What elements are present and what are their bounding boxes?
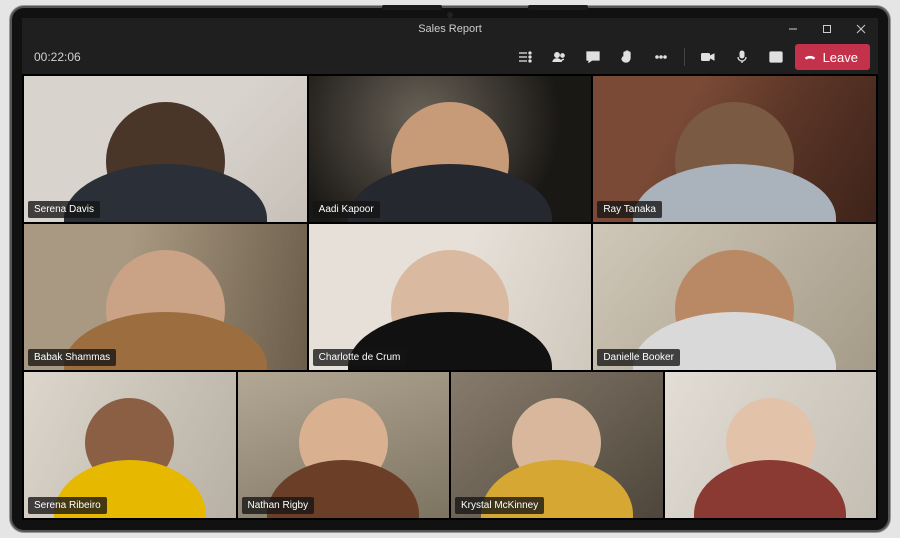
video-tile[interactable]: Nathan Rigby bbox=[238, 372, 450, 518]
participant-name-tag: Serena Ribeiro bbox=[28, 497, 107, 514]
participants-list-icon bbox=[517, 49, 533, 65]
participant-name-tag: Serena Davis bbox=[28, 201, 100, 218]
hangup-icon bbox=[803, 50, 817, 64]
more-actions-button[interactable] bbox=[646, 44, 676, 70]
video-tile[interactable]: Aadi Kapoor bbox=[309, 76, 592, 222]
video-tile[interactable]: Charlotte de Crum bbox=[309, 224, 592, 370]
raise-hand-icon bbox=[619, 49, 635, 65]
participant-name-tag: Krystal McKinney bbox=[455, 497, 544, 514]
camera-toggle-button[interactable] bbox=[693, 44, 723, 70]
maximize-icon bbox=[822, 24, 832, 34]
meeting-timer: 00:22:06 bbox=[30, 50, 81, 64]
camera-icon bbox=[700, 49, 716, 65]
video-tile[interactable] bbox=[665, 372, 877, 518]
toolbar-divider bbox=[684, 48, 685, 66]
participant-name-tag: Aadi Kapoor bbox=[313, 201, 380, 218]
participant-name-tag: Nathan Rigby bbox=[242, 497, 315, 514]
device-notch bbox=[528, 5, 588, 10]
participant-name-tag: Charlotte de Crum bbox=[313, 349, 407, 366]
participant-name-tag: Babak Shammas bbox=[28, 349, 116, 366]
chat-icon bbox=[585, 49, 601, 65]
leave-button[interactable]: Leave bbox=[795, 44, 870, 70]
device-notch bbox=[382, 5, 442, 10]
participant-avatar bbox=[665, 372, 877, 518]
close-icon bbox=[856, 24, 866, 34]
video-tile[interactable]: Ray Tanaka bbox=[593, 76, 876, 222]
people-button[interactable] bbox=[544, 44, 574, 70]
window-controls bbox=[776, 18, 878, 40]
app-screen: Sales Report 00:22:06 bbox=[22, 18, 878, 520]
meeting-title: Sales Report bbox=[418, 23, 482, 35]
raise-hand-button[interactable] bbox=[612, 44, 642, 70]
close-button[interactable] bbox=[844, 18, 878, 40]
people-icon bbox=[551, 49, 567, 65]
minimize-button[interactable] bbox=[776, 18, 810, 40]
mic-toggle-button[interactable] bbox=[727, 44, 757, 70]
participant-name-tag: Danielle Booker bbox=[597, 349, 680, 366]
video-tile[interactable]: Serena Davis bbox=[24, 76, 307, 222]
minimize-icon bbox=[788, 24, 798, 34]
video-tile[interactable]: Serena Ribeiro bbox=[24, 372, 236, 518]
video-tile[interactable]: Babak Shammas bbox=[24, 224, 307, 370]
maximize-button[interactable] bbox=[810, 18, 844, 40]
video-tile[interactable]: Danielle Booker bbox=[593, 224, 876, 370]
video-grid: Serena Davis Aadi Kapoor Ray Tanaka Baba… bbox=[22, 74, 878, 520]
more-icon bbox=[653, 49, 669, 65]
mic-icon bbox=[734, 49, 750, 65]
show-participants-button[interactable] bbox=[510, 44, 540, 70]
title-bar: Sales Report bbox=[22, 18, 878, 40]
share-screen-button[interactable] bbox=[761, 44, 791, 70]
participant-name-tag: Ray Tanaka bbox=[597, 201, 662, 218]
video-tile[interactable]: Krystal McKinney bbox=[451, 372, 663, 518]
device-frame: Sales Report 00:22:06 bbox=[10, 6, 890, 532]
chat-button[interactable] bbox=[578, 44, 608, 70]
meeting-control-bar: 00:22:06 bbox=[22, 40, 878, 74]
share-icon bbox=[768, 49, 784, 65]
leave-label: Leave bbox=[823, 50, 858, 65]
